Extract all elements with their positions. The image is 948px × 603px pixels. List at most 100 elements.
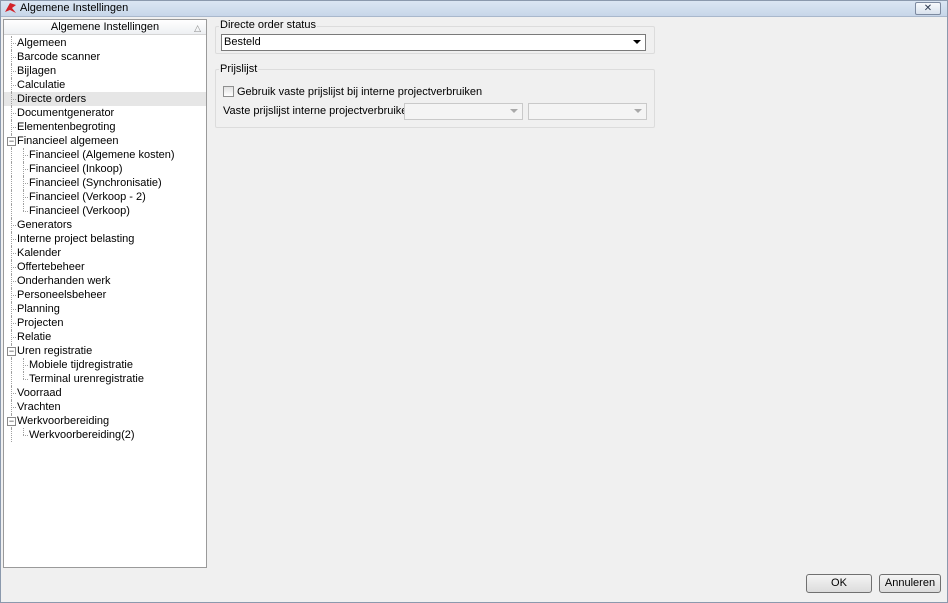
tree-item-label: Voorraad	[17, 387, 62, 399]
prijslijst-title: Prijslijst	[219, 63, 259, 75]
tree-item-label: Onderhanden werk	[17, 275, 111, 287]
prijslijst-select-2[interactable]	[528, 103, 647, 120]
tree-connector	[11, 309, 16, 310]
tree-connector	[11, 393, 16, 394]
tree-item-label: Documentgenerator	[17, 107, 115, 119]
tree-connector	[11, 176, 12, 190]
collapse-icon[interactable]: −	[7, 347, 16, 356]
title-bar: Algemene Instellingen ✕	[1, 1, 947, 17]
tree-item[interactable]: Documentgenerator	[4, 106, 206, 120]
tree-connector	[11, 162, 12, 176]
tree-connector	[23, 428, 24, 435]
tree-item-label: Financieel (Algemene kosten)	[29, 149, 175, 161]
tree-item-label: Werkvoorbereiding(2)	[29, 429, 135, 441]
settings-tree[interactable]: Algemene Instellingen △ Algemeen Barcode …	[3, 19, 207, 568]
tree-connector	[11, 43, 16, 44]
tree-item[interactable]: Personeelsbeheer	[4, 288, 206, 302]
collapse-icon[interactable]: −	[7, 137, 16, 146]
tree-item[interactable]: Financieel (Verkoop - 2)	[4, 190, 206, 204]
tree-item-label: Kalender	[17, 247, 62, 259]
tree-item[interactable]: Kalender	[4, 246, 206, 260]
app-logo-icon	[5, 3, 16, 13]
tree-item-label: Bijlagen	[17, 65, 57, 77]
tree-connector	[23, 204, 24, 211]
tree-item[interactable]: Financieel (Verkoop)	[4, 204, 206, 218]
vaste-prijslijst-checkbox-label: Gebruik vaste prijslijst bij interne pro…	[237, 86, 483, 98]
tree-item[interactable]: Directe orders	[4, 92, 206, 106]
chevron-down-icon	[510, 109, 518, 113]
directe-order-status-select[interactable]: Besteld	[221, 34, 646, 51]
tree-item[interactable]: Calculatie	[4, 78, 206, 92]
tree-item[interactable]: Financieel (Inkoop)	[4, 162, 206, 176]
tree-item[interactable]: Onderhanden werk	[4, 274, 206, 288]
tree-item-label: Financieel algemeen	[17, 135, 119, 147]
tree-item[interactable]: Financieel (Algemene kosten)	[4, 148, 206, 162]
tree-item[interactable]: Algemeen	[4, 36, 206, 50]
directe-order-status-value: Besteld	[224, 36, 261, 48]
tree-item-label: Financieel (Verkoop)	[29, 205, 130, 217]
tree-item[interactable]: Planning	[4, 302, 206, 316]
tree-item[interactable]: − Uren registratie	[4, 344, 206, 358]
tree-item-label: Generators	[17, 219, 73, 231]
cancel-button[interactable]: Annuleren	[879, 574, 941, 593]
tree-connector	[11, 407, 16, 408]
prijslijst-select-1[interactable]	[404, 103, 523, 120]
tree-item[interactable]: Financieel (Synchronisatie)	[4, 176, 206, 190]
tree-header[interactable]: Algemene Instellingen △	[4, 20, 206, 35]
tree-item-label: Interne project belasting	[17, 233, 135, 245]
window-title: Algemene Instellingen	[20, 2, 129, 14]
tree-item-label: Uren registratie	[17, 345, 93, 357]
tree-connector	[11, 372, 12, 386]
tree-item[interactable]: Relatie	[4, 330, 206, 344]
tree-connector	[11, 57, 16, 58]
tree-connector	[11, 71, 16, 72]
chevron-down-icon	[633, 40, 641, 44]
tree-item[interactable]: Voorraad	[4, 386, 206, 400]
tree-connector	[11, 225, 16, 226]
tree-item[interactable]: Interne project belasting	[4, 232, 206, 246]
tree-item[interactable]: Elementenbegroting	[4, 120, 206, 134]
collapse-icon[interactable]: −	[7, 417, 16, 426]
tree-item-label: Relatie	[17, 331, 52, 343]
vaste-prijslijst-field-label: Vaste prijslijst interne projectverbruik…	[223, 105, 414, 117]
tree-item[interactable]: Mobiele tijdregistratie	[4, 358, 206, 372]
tree-connector	[11, 99, 16, 100]
tree-connector	[23, 379, 28, 380]
tree-item-label: Personeelsbeheer	[17, 289, 107, 301]
tree-connector	[11, 428, 12, 442]
tree-connector	[11, 190, 12, 204]
vaste-prijslijst-checkbox[interactable]	[223, 86, 234, 97]
directe-order-status-title: Directe order status	[219, 19, 317, 31]
close-button[interactable]: ✕	[915, 2, 941, 15]
tree-item[interactable]: Projecten	[4, 316, 206, 330]
tree-item-label: Elementenbegroting	[17, 121, 116, 133]
tree-item[interactable]: Barcode scanner	[4, 50, 206, 64]
tree-item-label: Financieel (Verkoop - 2)	[29, 191, 146, 203]
tree-connector	[23, 183, 28, 184]
tree-item-label: Financieel (Synchronisatie)	[29, 177, 162, 189]
tree-item[interactable]: Werkvoorbereiding(2)	[4, 428, 206, 442]
tree-item[interactable]: Offertebeheer	[4, 260, 206, 274]
tree-item[interactable]: − Werkvoorbereiding	[4, 414, 206, 428]
sort-ascending-icon[interactable]: △	[194, 21, 201, 35]
tree-item[interactable]: Terminal urenregistratie	[4, 372, 206, 386]
ok-button[interactable]: OK	[806, 574, 872, 593]
tree-item-label: Directe orders	[17, 93, 87, 105]
tree-item-label: Planning	[17, 303, 60, 315]
tree-item-label: Barcode scanner	[17, 51, 101, 63]
tree-header-label: Algemene Instellingen	[50, 21, 160, 33]
tree-connector	[23, 365, 28, 366]
tree-item[interactable]: − Financieel algemeen	[4, 134, 206, 148]
tree-item[interactable]: Generators	[4, 218, 206, 232]
tree-item[interactable]: Bijlagen	[4, 64, 206, 78]
chevron-down-icon	[634, 109, 642, 113]
tree-list: Algemeen Barcode scanner Bijlagen Calculati…	[4, 36, 206, 442]
tree-connector	[23, 435, 28, 436]
tree-item-label: Algemeen	[17, 37, 67, 49]
tree-connector	[11, 295, 16, 296]
tree-item-label: Werkvoorbereiding	[17, 415, 110, 427]
tree-item-label: Vrachten	[17, 401, 61, 413]
tree-item-label: Calculatie	[17, 79, 66, 91]
tree-connector	[23, 155, 28, 156]
tree-item[interactable]: Vrachten	[4, 400, 206, 414]
